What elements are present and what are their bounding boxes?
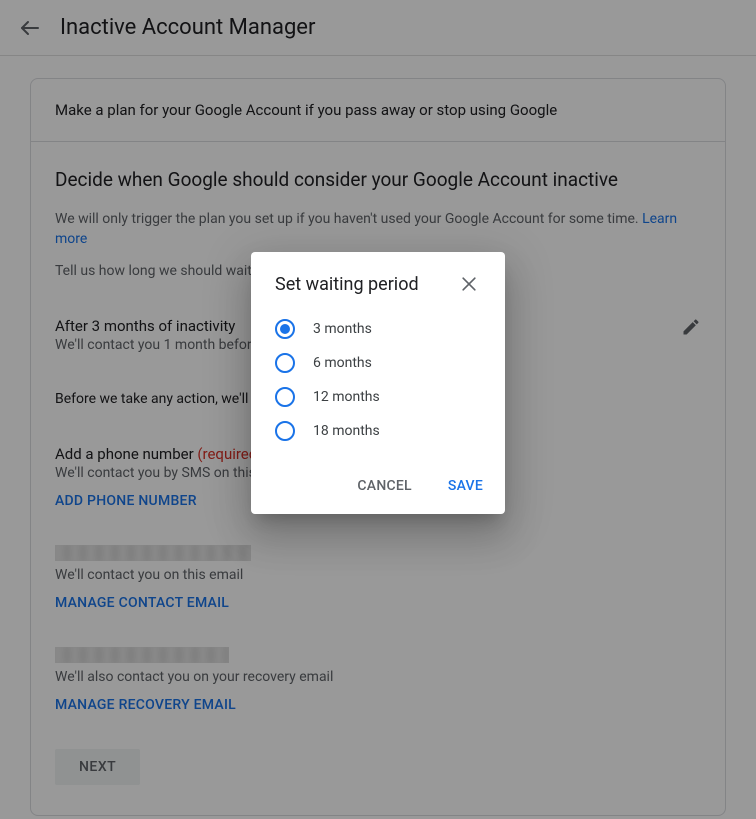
- dialog-save-button[interactable]: SAVE: [434, 468, 497, 504]
- radio-icon: [275, 319, 295, 339]
- radio-icon: [275, 353, 295, 373]
- radio-label: 18 months: [313, 423, 380, 439]
- close-icon: [459, 274, 479, 294]
- dialog-header: Set waiting period: [251, 252, 505, 306]
- waiting-period-dialog: Set waiting period 3 months 6 months 12 mo…: [251, 252, 505, 514]
- dialog-actions: CANCEL SAVE: [251, 462, 505, 514]
- dialog-title: Set waiting period: [275, 274, 419, 295]
- dialog-options: 3 months 6 months 12 months 18 months: [251, 306, 505, 462]
- radio-option[interactable]: 3 months: [275, 312, 481, 346]
- radio-icon: [275, 387, 295, 407]
- radio-label: 12 months: [313, 389, 380, 405]
- radio-label: 6 months: [313, 355, 372, 371]
- dialog-cancel-button[interactable]: CANCEL: [343, 468, 425, 504]
- radio-option[interactable]: 18 months: [275, 414, 481, 448]
- radio-icon: [275, 421, 295, 441]
- radio-option[interactable]: 12 months: [275, 380, 481, 414]
- radio-option[interactable]: 6 months: [275, 346, 481, 380]
- radio-label: 3 months: [313, 321, 372, 337]
- dialog-close-button[interactable]: [457, 272, 481, 296]
